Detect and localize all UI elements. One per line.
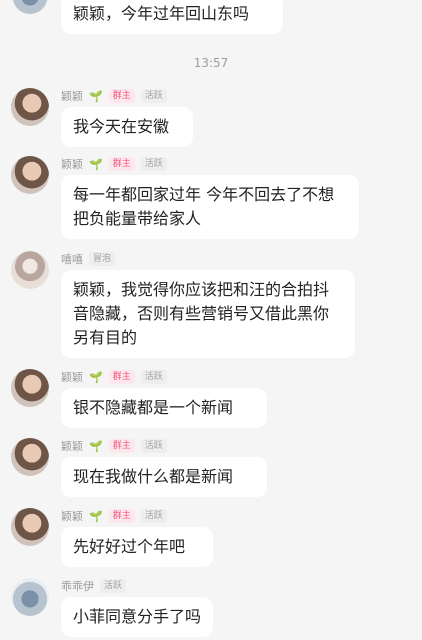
active-badge: 活跃: [140, 157, 167, 171]
message-text: 颖颖，我觉得你应该把和汪的合拍抖音隐藏，否则有些营销号又借此黑你另有目的: [73, 280, 330, 347]
message-bubble[interactable]: 银不隐藏都是一个新闻: [61, 388, 267, 428]
sender-row: 颖颖 🌱 群主 活跃: [61, 508, 167, 524]
sender-row: 乖乖伊 活跃: [61, 578, 127, 594]
sprout-icon: 🌱: [89, 89, 103, 103]
message-text: 银不隐藏都是一个新闻: [73, 398, 234, 417]
message-text: 每一年都回家过年 今年不回去了不想把负能量带给家人: [73, 185, 335, 228]
sprout-icon: 🌱: [89, 509, 103, 523]
timestamp: 13:57: [193, 56, 229, 70]
sender-name: 颖颖: [61, 510, 83, 523]
sprout-icon: 🌱: [89, 157, 103, 171]
sender-name: 嘻嘻: [61, 253, 83, 266]
sender-row: 嘻嘻 冒泡: [61, 251, 116, 267]
sprout-icon: 🌱: [89, 439, 103, 453]
lurk-badge: 冒泡: [89, 252, 116, 266]
message-text: 先好好过个年吧: [73, 537, 186, 556]
avatar[interactable]: [11, 88, 49, 126]
message-bubble[interactable]: 我今天在安徽: [61, 107, 193, 147]
sender-name: 颖颖: [61, 440, 83, 453]
active-badge: 活跃: [140, 89, 167, 103]
owner-badge: 群主: [108, 157, 135, 171]
sender-row: 颖颖 🌱 群主 活跃: [61, 369, 167, 385]
message-bubble[interactable]: 每一年都回家过年 今年不回去了不想把负能量带给家人: [61, 175, 359, 239]
message-bubble[interactable]: 颖颖，我觉得你应该把和汪的合拍抖音隐藏，否则有些营销号又借此黑你另有目的: [61, 270, 355, 358]
active-badge: 活跃: [100, 579, 127, 593]
sender-row: 颖颖 🌱 群主 活跃: [61, 438, 167, 454]
avatar[interactable]: [11, 438, 49, 476]
owner-badge: 群主: [108, 89, 135, 103]
avatar[interactable]: [11, 369, 49, 407]
message-text: 现在我做什么都是新闻: [73, 467, 234, 486]
sender-name: 乖乖伊: [61, 580, 94, 593]
sender-name: 颖颖: [61, 90, 83, 103]
sprout-icon: 🌱: [89, 370, 103, 384]
avatar[interactable]: [11, 508, 49, 546]
active-badge: 活跃: [140, 370, 167, 384]
active-badge: 活跃: [140, 439, 167, 453]
sender-row: 颖颖 🌱 群主 活跃: [61, 156, 167, 172]
owner-badge: 群主: [108, 439, 135, 453]
sender-name: 颖颖: [61, 371, 83, 384]
message-bubble[interactable]: 先好好过个年吧: [61, 527, 213, 567]
owner-badge: 群主: [108, 509, 135, 523]
message-text: 小菲同意分手了吗: [73, 607, 202, 626]
message-text: 我今天在安徽: [73, 117, 170, 136]
message-bubble[interactable]: 颖颖，今年过年回山东吗: [61, 0, 283, 34]
avatar[interactable]: [11, 578, 49, 616]
owner-badge: 群主: [108, 370, 135, 384]
message-bubble[interactable]: 小菲同意分手了吗: [61, 597, 213, 637]
avatar[interactable]: [11, 0, 49, 14]
sender-name: 颖颖: [61, 158, 83, 171]
avatar[interactable]: [11, 156, 49, 194]
message-bubble[interactable]: 现在我做什么都是新闻: [61, 457, 267, 497]
message-text: 颖颖，今年过年回山东吗: [73, 4, 250, 23]
avatar[interactable]: [11, 251, 49, 289]
sender-row: 颖颖 🌱 群主 活跃: [61, 88, 167, 104]
active-badge: 活跃: [140, 509, 167, 523]
